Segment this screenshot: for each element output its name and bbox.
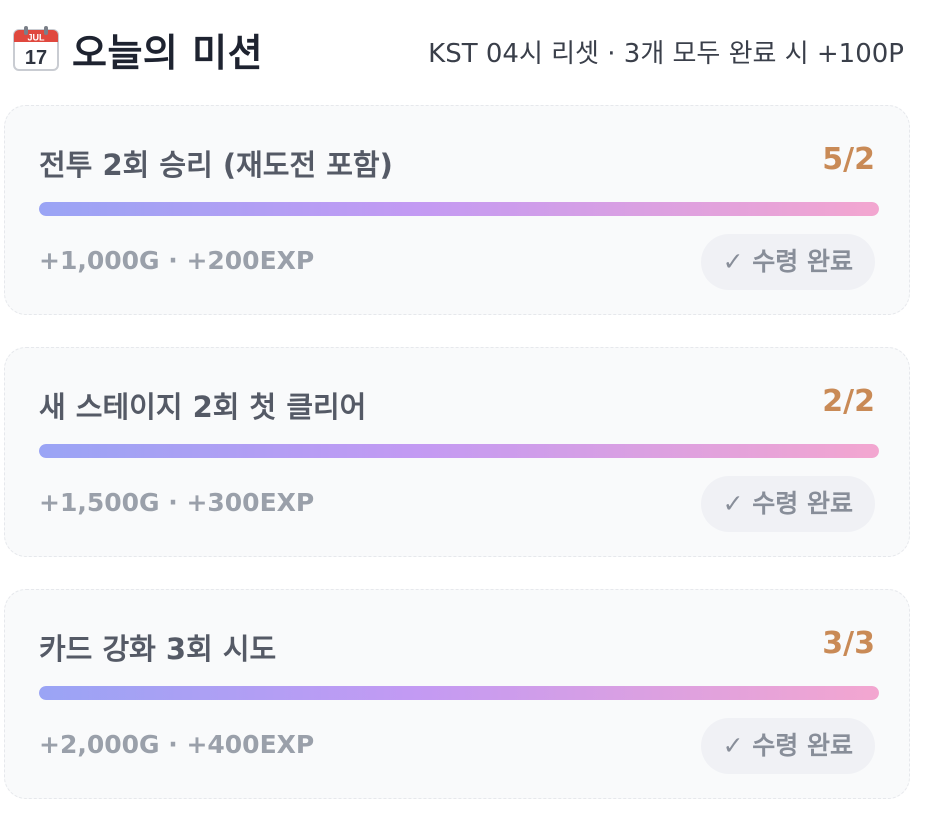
mission-title: 전투 2회 승리 (재도전 포함) — [39, 148, 393, 182]
progress-bar — [39, 444, 879, 458]
progress-bar-fill — [39, 444, 879, 458]
mission-card: 카드 강화 3회 시도 3/3 +2,000G · +400EXP ✓ 수령 완… — [4, 589, 910, 799]
mission-progress-count: 2/2 — [822, 384, 875, 419]
mission-reward: +1,000G · +200EXP — [39, 246, 315, 275]
mission-progress-count: 5/2 — [822, 142, 875, 177]
claimed-badge[interactable]: ✓ 수령 완료 — [700, 234, 875, 290]
calendar-icon: JUL 17 — [13, 26, 59, 71]
mission-reward: +2,000G · +400EXP — [39, 730, 315, 759]
claimed-badge[interactable]: ✓ 수령 완료 — [700, 718, 875, 774]
reset-info-text: KST 04시 리셋 · 3개 모두 완료 시 +100P — [428, 39, 904, 69]
progress-bar-fill — [39, 202, 879, 216]
progress-bar — [39, 202, 879, 216]
mission-card: 전투 2회 승리 (재도전 포함) 5/2 +1,000G · +200EXP … — [4, 105, 910, 315]
daily-mission-header: JUL 17 오늘의 미션 KST 04시 리셋 · 3개 모두 완료 시 +1… — [0, 0, 950, 98]
claimed-badge[interactable]: ✓ 수령 완료 — [700, 476, 875, 532]
calendar-month: JUL — [27, 33, 45, 43]
mission-progress-count: 3/3 — [822, 626, 875, 661]
mission-title: 새 스테이지 2회 첫 클리어 — [39, 390, 367, 424]
progress-bar — [39, 686, 879, 700]
page-title: 오늘의 미션 — [72, 31, 264, 75]
mission-card: 새 스테이지 2회 첫 클리어 2/2 +1,500G · +300EXP ✓ … — [4, 347, 910, 557]
mission-reward: +1,500G · +300EXP — [39, 488, 315, 517]
progress-bar-fill — [39, 686, 879, 700]
mission-title: 카드 강화 3회 시도 — [39, 632, 277, 666]
calendar-day: 17 — [25, 47, 47, 69]
